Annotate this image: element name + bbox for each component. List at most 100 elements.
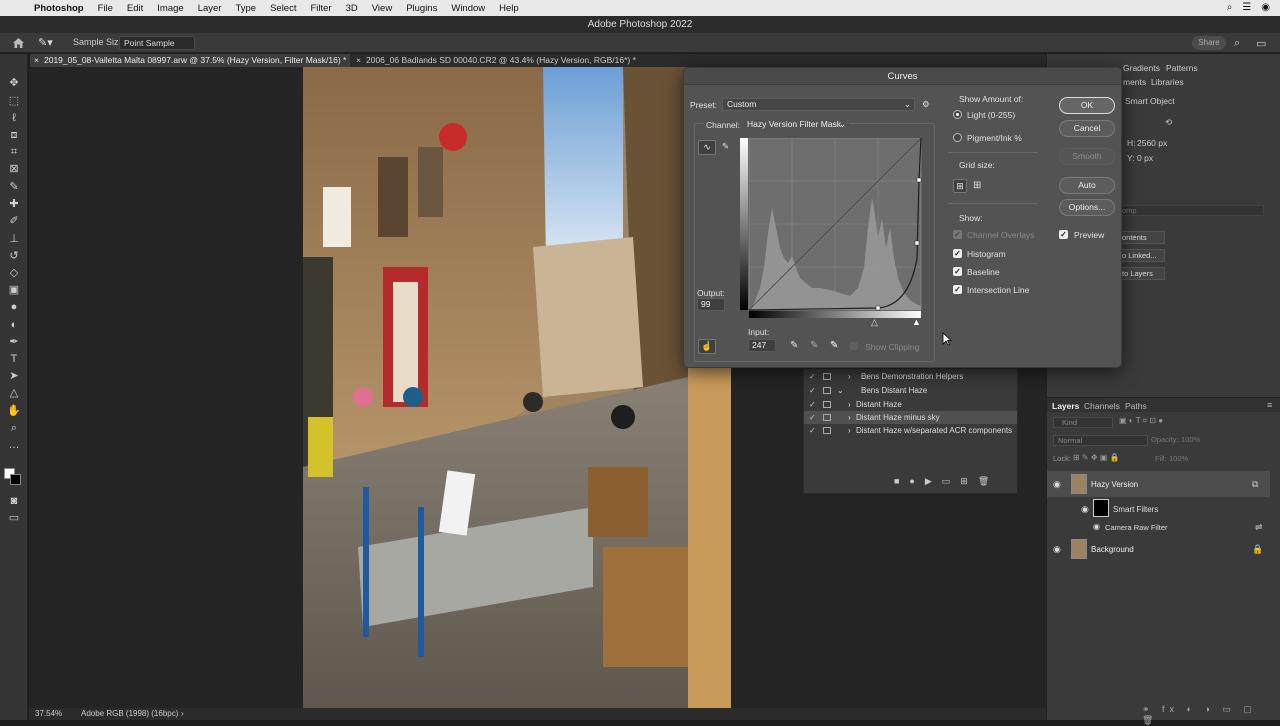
link-icon[interactable]: ⟲ [1165, 117, 1172, 128]
check-icon[interactable]: ✓ [809, 424, 816, 437]
layer-row-camera-raw-filter[interactable]: ◉ Camera Raw Filter ⇌ [1047, 519, 1270, 535]
history-brush-tool-icon[interactable]: ↺ [7, 249, 21, 263]
chevron-right-icon[interactable]: › [848, 370, 851, 383]
siri-icon[interactable]: ◉ [1261, 2, 1270, 13]
fill-value[interactable]: 100% [1169, 454, 1188, 463]
close-icon[interactable]: × [356, 54, 361, 67]
lock-icons[interactable]: ⊞ ✎ ✥ ▣ 🔒 [1073, 453, 1120, 462]
dialog-toggle-icon[interactable] [823, 373, 831, 380]
menu-window[interactable]: Window [451, 3, 485, 14]
lasso-tool-icon[interactable]: ℓ [7, 111, 21, 125]
close-icon[interactable]: × [34, 54, 39, 67]
tab-channels[interactable]: Channels [1084, 401, 1120, 411]
preview-checkbox[interactable]: ✓ [1059, 230, 1068, 239]
more-tools-icon[interactable]: … [7, 438, 21, 452]
tab-patterns[interactable]: Patterns [1166, 63, 1198, 73]
convert-to-linked-button[interactable]: o Linked... [1117, 249, 1165, 262]
y-value[interactable]: 0 px [1137, 153, 1153, 163]
menu-layer[interactable]: Layer [198, 3, 222, 14]
tab-badlands[interactable]: × 2006_06 Badlands SD 00040.CR2 @ 43.4% … [352, 54, 642, 67]
tab-gradients[interactable]: Gradients [1123, 63, 1160, 73]
height-value[interactable]: 2560 px [1137, 138, 1167, 148]
layer-comp-select[interactable]: omp [1117, 205, 1264, 216]
layer-filter-icons[interactable]: ▣ ◐ T ⌗ ⊡ ● [1119, 416, 1163, 426]
light-radio[interactable] [953, 110, 962, 119]
menu-filter[interactable]: Filter [310, 3, 331, 14]
action-row[interactable]: ✓ › ▭ Bens Demonstration Helpers [804, 370, 1017, 383]
quick-mask-icon[interactable]: ◙ [7, 494, 21, 508]
move-tool-icon[interactable]: ✥ [7, 76, 21, 90]
object-selection-tool-icon[interactable]: ⧈ [7, 128, 21, 142]
white-eyedropper-icon[interactable]: ✎ [830, 340, 838, 351]
workspace-icon[interactable]: ▭ [1256, 37, 1266, 50]
options-button[interactable]: Options... [1059, 199, 1115, 216]
detailed-grid-icon[interactable]: ⊞ [973, 180, 981, 191]
action-row-selected[interactable]: ✓ › Distant Haze minus sky [804, 411, 1017, 424]
menu-app-name[interactable]: Photoshop [34, 3, 84, 14]
channel-select[interactable]: Hazy Version Filter Mask ⌄ [742, 118, 849, 131]
tab-paths[interactable]: Paths [1125, 401, 1147, 411]
dialog-toggle-icon[interactable] [823, 401, 831, 408]
healing-brush-tool-icon[interactable]: ✚ [7, 197, 21, 211]
dialog-toggle-icon[interactable] [823, 387, 831, 394]
check-icon[interactable]: ✓ [809, 370, 816, 383]
pencil-mode-icon[interactable]: ✎ [722, 141, 729, 152]
eraser-tool-icon[interactable]: ◇ [7, 266, 21, 280]
pen-tool-icon[interactable]: ✒ [7, 335, 21, 349]
panel-menu-icon[interactable]: ≡ [1267, 400, 1272, 410]
chevron-right-icon[interactable]: › [848, 398, 851, 411]
brush-tool-icon[interactable]: ✐ [7, 214, 21, 228]
on-image-adjust-icon[interactable]: ☝ [698, 339, 716, 354]
document-image[interactable] [303, 67, 731, 708]
tab-adjustments[interactable]: ments [1123, 77, 1146, 87]
curve-point-mode-icon[interactable]: ∿ [698, 140, 716, 155]
tab-valletta[interactable]: × 2019_05_08-Valletta Malta 08997.arw @ … [30, 54, 350, 67]
preset-select[interactable]: Custom ⌄ [722, 98, 915, 111]
shape-tool-icon[interactable]: △ [7, 386, 21, 400]
blend-mode-select[interactable]: Normal [1053, 435, 1148, 446]
screen-mode-icon[interactable]: ▭ [7, 511, 21, 525]
menu-image[interactable]: Image [157, 3, 183, 14]
frame-tool-icon[interactable]: ⊠ [7, 162, 21, 176]
dodge-tool-icon[interactable]: ◐ [7, 318, 21, 332]
chevron-right-icon[interactable]: › [181, 708, 184, 720]
action-row[interactable]: ✓ › Distant Haze [804, 398, 1017, 411]
type-tool-icon[interactable]: T [7, 352, 21, 366]
hand-tool-icon[interactable]: ✋ [7, 404, 21, 418]
menu-file[interactable]: File [98, 3, 113, 14]
layer-row-background[interactable]: ◉ Background 🔒 [1047, 536, 1270, 562]
baseline-checkbox[interactable]: ✓ [953, 267, 962, 276]
menu-help[interactable]: Help [499, 3, 519, 14]
action-set-row[interactable]: ✓ ⌄ Bens Distant Haze [804, 384, 1017, 397]
actions-footer-controls[interactable]: ■●▶▭⊞🗑 [894, 476, 999, 487]
dialog-toggle-icon[interactable] [823, 427, 831, 434]
eye-icon[interactable]: ◉ [1093, 522, 1100, 531]
share-button[interactable]: Share [1192, 36, 1226, 50]
black-point-slider-icon[interactable]: △ [871, 317, 878, 328]
check-icon[interactable]: ✓ [809, 384, 816, 397]
layers-footer-icons[interactable]: ⚭ fx ◐ ◑ ▭ ▢ 🗑 [1142, 704, 1280, 726]
control-center-icon[interactable]: ☰ [1242, 2, 1251, 13]
auto-button[interactable]: Auto [1059, 177, 1115, 194]
white-point-slider-icon[interactable]: ▲ [912, 317, 921, 327]
background-color-swatch[interactable] [10, 474, 21, 485]
black-eyedropper-icon[interactable]: ✎ [790, 340, 798, 351]
cancel-button[interactable]: Cancel [1059, 120, 1115, 137]
simple-grid-icon[interactable]: ⊞ [953, 179, 967, 193]
clone-stamp-tool-icon[interactable]: ⊥ [7, 232, 21, 246]
home-icon[interactable] [12, 36, 25, 49]
chevron-down-icon[interactable]: ⌄ [837, 384, 844, 397]
menu-edit[interactable]: Edit [127, 3, 143, 14]
sample-size-select[interactable]: Point Sample [119, 36, 195, 50]
filter-mask-thumbnail[interactable] [1093, 499, 1109, 517]
eye-icon[interactable]: ◉ [1053, 544, 1061, 555]
action-row[interactable]: ✓ › Distant Haze w/separated ACR compone… [804, 424, 1017, 437]
blur-tool-icon[interactable]: ● [7, 300, 21, 314]
show-clipping-checkbox[interactable] [850, 342, 858, 350]
gray-eyedropper-icon[interactable]: ✎ [810, 340, 818, 351]
menu-view[interactable]: View [372, 3, 392, 14]
eyedropper-tool-preset-icon[interactable]: ✎▾ [38, 36, 53, 49]
tab-layers[interactable]: Layers [1052, 401, 1079, 411]
menu-plugins[interactable]: Plugins [406, 3, 437, 14]
opacity-value[interactable]: 100% [1181, 435, 1200, 444]
